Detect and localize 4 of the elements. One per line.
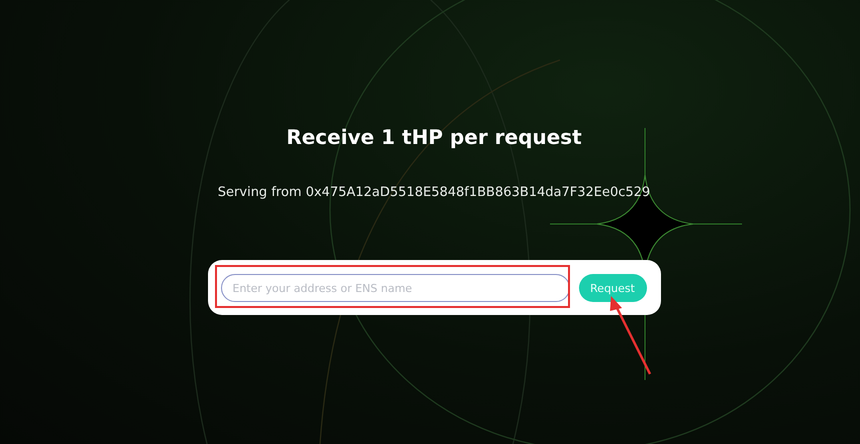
request-button[interactable]: Request xyxy=(578,274,646,302)
address-input-field[interactable]: Enter your address or ENS name xyxy=(220,274,570,302)
serving-address-text: Serving from 0x475A12aD5518E5848f1BB863B14da7F32Ee0c529 xyxy=(218,184,650,202)
page-title: Receive 1 tHP per request xyxy=(286,124,582,151)
